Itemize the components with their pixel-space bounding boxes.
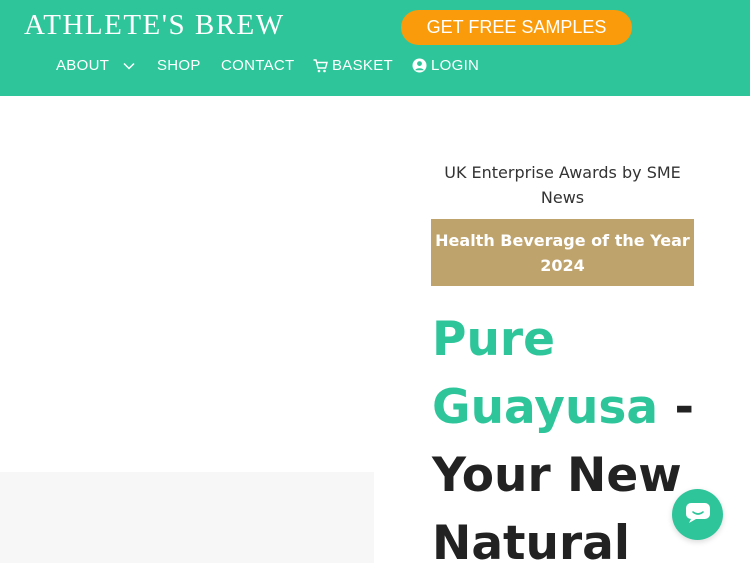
chat-button[interactable] <box>672 489 723 540</box>
nav-about-label: ABOUT <box>56 57 110 74</box>
nav-shop-label: SHOP <box>157 57 201 74</box>
user-circle-icon <box>412 58 427 73</box>
nav-item-about[interactable]: ABOUT <box>56 57 135 74</box>
brand-logo[interactable]: ATHLETE'S BREW <box>24 9 285 42</box>
cart-icon <box>313 58 328 73</box>
site-header: ATHLETE'S BREW GET FREE SAMPLES ABOUT SH… <box>0 0 750 96</box>
headline-accent: Pure Guayusa <box>432 312 659 435</box>
chevron-down-icon <box>123 62 135 70</box>
nav-login-label: LOGIN <box>431 57 480 74</box>
award-caption: UK Enterprise Awards by SME News <box>444 163 681 207</box>
media-placeholder <box>0 472 374 563</box>
nav-basket-label: BASKET <box>332 57 393 74</box>
nav-item-contact[interactable]: CONTACT <box>221 57 294 74</box>
chat-icon <box>685 502 711 527</box>
award-badge: Health Beverage of the Year 2024 <box>431 219 694 286</box>
nav-contact-label: CONTACT <box>221 57 295 74</box>
get-free-samples-button[interactable]: GET FREE SAMPLES <box>401 10 632 45</box>
nav-item-shop[interactable]: SHOP <box>157 57 201 74</box>
nav-item-login[interactable]: LOGIN <box>412 57 479 74</box>
nav-item-basket[interactable]: BASKET <box>313 57 393 74</box>
